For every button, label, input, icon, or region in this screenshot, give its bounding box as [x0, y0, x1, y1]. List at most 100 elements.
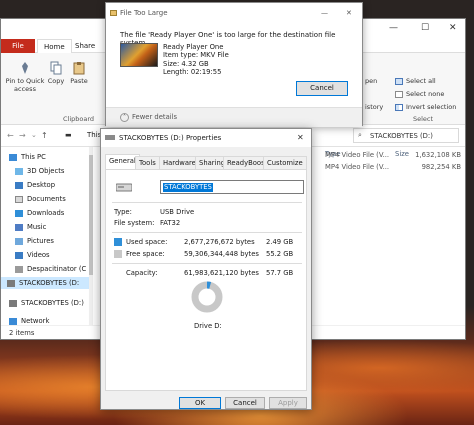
select-none-button[interactable]: Select none — [395, 90, 444, 98]
general-tab-panel: STACKOBYTES Type: USB Drive File system:… — [105, 169, 307, 391]
copy-label: Copy — [47, 77, 65, 85]
cancel-button[interactable]: Cancel — [225, 397, 265, 409]
select-all-button[interactable]: Select all — [395, 77, 436, 85]
nav-label: STACKOBYTES (D:) — [21, 299, 84, 307]
file-size: 1,632,108 KB — [415, 151, 461, 159]
history-partial-label[interactable]: istory — [365, 103, 383, 111]
open-partial-label[interactable]: pen — [365, 77, 377, 85]
nav-scrollbar[interactable] — [89, 147, 93, 325]
usb-drive-icon — [7, 279, 15, 287]
nav-videos[interactable]: Videos — [15, 249, 50, 261]
videos-icon — [15, 251, 23, 259]
file-type: MP4 Video File (V... — [325, 163, 390, 171]
capacity-gb: 57.7 GB — [266, 269, 294, 277]
file-system-label: File system: — [114, 219, 155, 227]
maximize-icon[interactable]: ☐ — [421, 23, 429, 33]
nav-label: Pictures — [27, 237, 54, 245]
nav-label: Desktop — [27, 181, 56, 189]
tab-share[interactable]: Share — [69, 39, 101, 53]
item-count: 2 items — [9, 329, 35, 337]
nav-documents[interactable]: Documents — [15, 193, 66, 205]
dialog-footer: ˄ Fewer details — [106, 107, 362, 127]
free-space-bytes: 59,306,344,448 bytes — [184, 250, 259, 258]
nav-desktop[interactable]: Desktop — [15, 179, 55, 191]
file-size: 982,254 KB — [421, 163, 461, 171]
recent-chevron-icon[interactable]: ⌄ — [31, 131, 37, 139]
nav-this-pc[interactable]: This PC — [9, 151, 46, 163]
tab-hardware[interactable]: Hardware — [159, 156, 200, 169]
free-space-gb: 55.2 GB — [266, 250, 294, 258]
usb-drive-icon — [9, 299, 17, 307]
file-size: Size: 4.32 GB — [163, 59, 209, 68]
documents-icon — [15, 195, 23, 203]
nav-label: Downloads — [27, 209, 65, 217]
usb-drive-icon — [116, 183, 132, 192]
select-none-icon — [395, 90, 403, 98]
nav-drive-c[interactable]: Despacitinator (C — [15, 263, 86, 275]
minimize-icon[interactable]: — — [321, 3, 328, 23]
scrollbar-thumb[interactable] — [89, 155, 93, 275]
nav-drive-d-selected[interactable]: STACKOBYTES (D: — [1, 277, 89, 289]
paste-button[interactable]: Paste — [69, 61, 89, 85]
download-icon — [15, 209, 23, 217]
cube-icon — [15, 167, 23, 175]
up-arrow-icon[interactable]: ↑ — [41, 131, 48, 140]
invert-selection-button[interactable]: Invert selection — [395, 103, 456, 111]
nav-3d-objects[interactable]: 3D Objects — [15, 165, 64, 177]
back-arrow-icon[interactable]: ← — [7, 131, 14, 140]
apply-button[interactable]: Apply — [269, 397, 307, 409]
pictures-icon — [15, 237, 23, 245]
close-icon[interactable]: ✕ — [449, 23, 457, 33]
navigation-pane: This PC 3D Objects Desktop Documents Dow… — [1, 147, 91, 327]
nav-music[interactable]: Music — [15, 221, 46, 233]
clipboard-group-label: Clipboard — [63, 115, 95, 123]
nav-downloads[interactable]: Downloads — [15, 207, 64, 219]
copy-button[interactable]: Copy — [47, 61, 65, 85]
tab-home[interactable]: Home — [37, 39, 72, 53]
file-type: Item type: MKV File — [163, 51, 229, 60]
nav-label: Documents — [27, 195, 66, 203]
tab-tools[interactable]: Tools — [135, 156, 160, 169]
close-icon[interactable]: ✕ — [297, 129, 304, 147]
usb-drive-icon — [105, 135, 115, 140]
file-info: Ready Player One Item type: MKV File Siz… — [163, 43, 229, 77]
fewer-details-toggle[interactable]: ˄ Fewer details — [120, 113, 177, 122]
ok-button[interactable]: OK — [179, 397, 221, 409]
pin-icon — [22, 62, 28, 74]
nav-pictures[interactable]: Pictures — [15, 235, 54, 247]
dialog-title: File Too Large — [120, 9, 168, 17]
used-space-label: Used space: — [126, 238, 168, 246]
close-icon[interactable]: ✕ — [346, 3, 352, 23]
minimize-icon[interactable]: — — [389, 23, 398, 33]
type-label: Type: — [114, 208, 132, 216]
tab-file[interactable]: File — [1, 39, 35, 53]
properties-title: STACKOBYTES (D:) Properties — [119, 134, 222, 142]
desktop-icon — [15, 181, 23, 189]
pc-icon — [9, 153, 17, 161]
divider — [112, 202, 302, 203]
address-drive-icon: ▬ — [65, 131, 72, 139]
drive-name-input[interactable]: STACKOBYTES — [160, 180, 304, 194]
invert-selection-label: Invert selection — [406, 103, 457, 111]
search-box[interactable]: ⌕ STACKOBYTES (D:) — [353, 128, 459, 143]
free-space-swatch — [114, 250, 122, 258]
paste-icon — [73, 62, 85, 75]
nav-drive-d[interactable]: STACKOBYTES (D:) — [9, 297, 84, 309]
cancel-copy-button[interactable]: Cancel — [296, 81, 348, 96]
search-icon: ⌕ — [358, 131, 362, 139]
network-icon — [9, 317, 17, 325]
free-space-label: Free space: — [126, 250, 165, 258]
tab-customize[interactable]: Customize — [263, 156, 307, 169]
file-type: MP4 Video File (V... — [325, 151, 390, 159]
invert-selection-icon — [395, 103, 403, 111]
file-system-value: FAT32 — [160, 219, 181, 227]
movie-thumbnail — [120, 43, 158, 67]
forward-arrow-icon[interactable]: → — [19, 131, 26, 140]
file-too-large-dialog: File Too Large — ✕ The file 'Ready Playe… — [105, 2, 363, 127]
nav-label: Network — [21, 317, 50, 325]
search-drive-text: STACKOBYTES (D:) — [370, 132, 433, 140]
pin-quick-access-button[interactable]: Pin to Quick access — [5, 61, 45, 93]
fewer-details-label: Fewer details — [132, 113, 178, 121]
nav-label: Videos — [27, 251, 50, 259]
dialog-titlebar: File Too Large — ✕ — [106, 3, 362, 23]
